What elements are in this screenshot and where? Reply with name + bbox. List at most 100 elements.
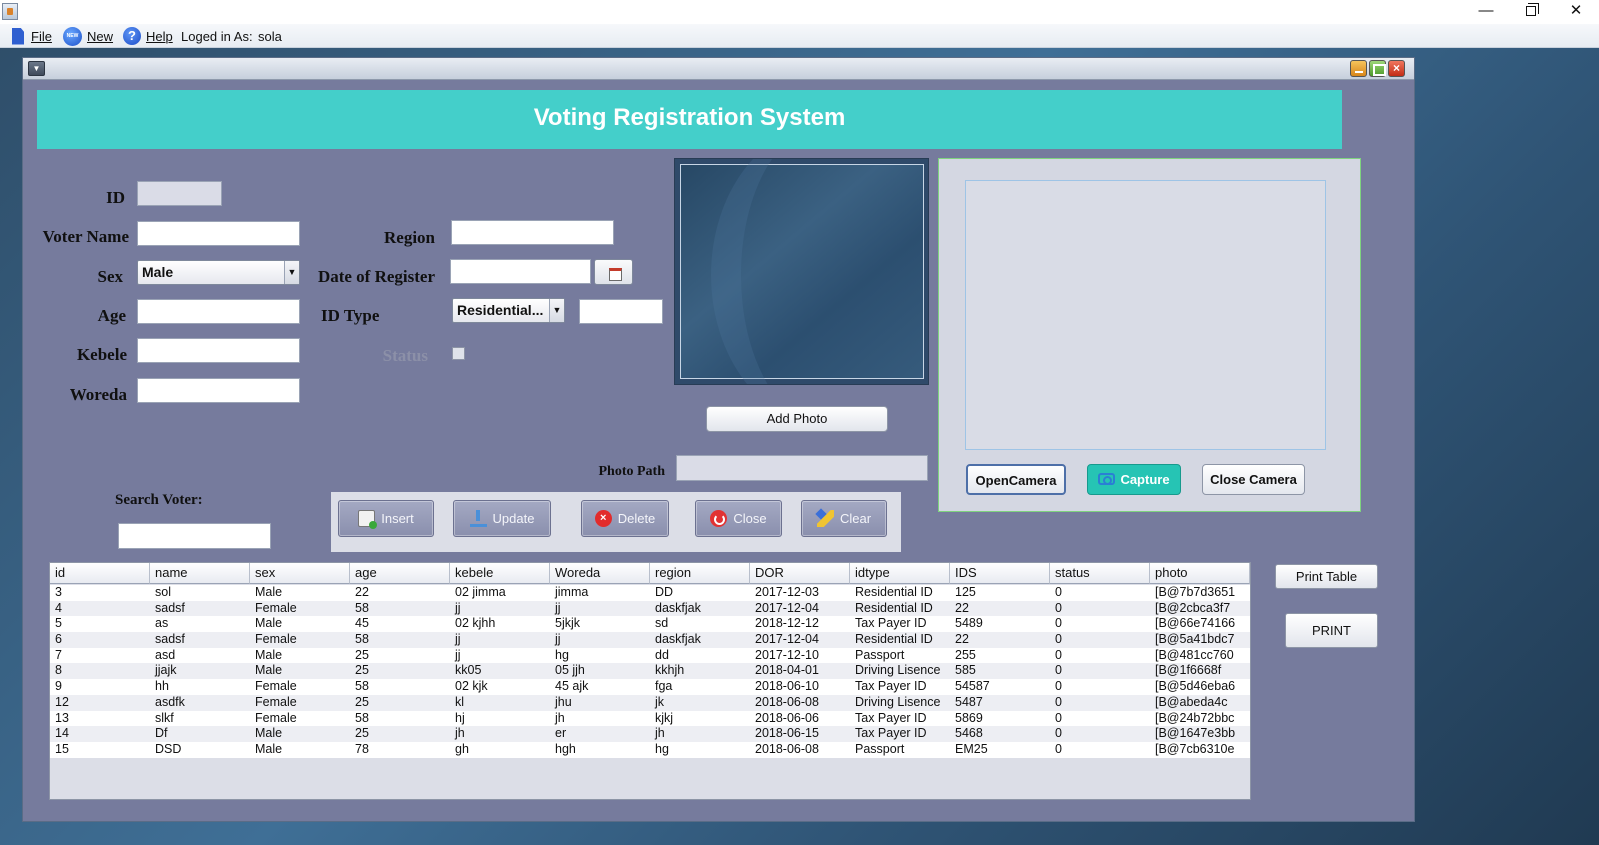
table-cell-id: 6 [55, 632, 62, 647]
column-header-region[interactable]: region [650, 563, 750, 584]
calendar-icon[interactable] [594, 259, 633, 285]
frame-maximize-icon[interactable] [1369, 60, 1386, 77]
table-cell-sex: Male [255, 663, 283, 678]
table-row[interactable]: 9 hh Female 58 02 kjk 45 ajk fga 2018-06-10 Tax … [50, 679, 1250, 695]
id-field[interactable] [137, 181, 222, 206]
internal-frame-title-bar[interactable]: ▼ × [23, 58, 1414, 80]
clear-button[interactable]: Clear [801, 500, 887, 537]
menu-file[interactable]: File [12, 27, 52, 45]
table-cell-kebele: kk05 [455, 663, 482, 678]
table-cell-region: daskfjak [655, 600, 701, 615]
table-cell-photo: [B@2cbca3f7 [1155, 600, 1231, 615]
column-header-ids[interactable]: IDS [950, 563, 1050, 584]
update-button[interactable]: Update [453, 500, 551, 537]
column-header-dor[interactable]: DOR [750, 563, 850, 584]
sex-select[interactable]: Male ▼ [137, 260, 300, 285]
column-header-woreda[interactable]: Woreda [550, 563, 650, 584]
table-cell-sex: Female [255, 694, 297, 709]
menu-new-label: New [87, 28, 114, 44]
action-button-bar: Insert Update × Delete Close Clear [331, 492, 901, 552]
table-cell-age: 58 [355, 600, 369, 615]
open-camera-button[interactable]: OpenCamera [966, 464, 1066, 495]
menu-new[interactable]: NEW New [63, 26, 114, 46]
table-row[interactable]: 14 Df Male 25 jh er jh 2018-06-15 Tax Payer ID 54… [50, 726, 1250, 742]
chevron-down-icon: ▼ [284, 261, 299, 284]
table-cell-age: 78 [355, 741, 369, 756]
column-header-age[interactable]: age [350, 563, 450, 584]
region-field[interactable] [451, 220, 614, 245]
photo-preview-panel [674, 158, 929, 385]
column-header-sex[interactable]: sex [250, 563, 350, 584]
photo-path-field[interactable] [676, 455, 928, 481]
restore-button[interactable] [1508, 0, 1554, 24]
id-number-field[interactable] [579, 299, 663, 324]
table-row[interactable]: 6 sadsf Female 58 jj jj daskfjak 2017-12-04 Resi… [50, 632, 1250, 648]
restore-icon [1526, 3, 1539, 16]
frame-close-icon[interactable]: × [1388, 60, 1405, 77]
table-cell-ids: 125 [955, 585, 976, 599]
table-cell-sex: Female [255, 679, 297, 694]
table-cell-region: daskfjak [655, 632, 701, 647]
table-cell-sex: Female [255, 600, 297, 615]
column-header-status[interactable]: status [1050, 563, 1150, 584]
table-cell-photo: [B@7b7d3651 [1155, 585, 1236, 599]
print-table-button[interactable]: Print Table [1275, 564, 1378, 589]
frame-system-menu-icon[interactable]: ▼ [28, 61, 45, 76]
insert-button[interactable]: Insert [338, 500, 434, 537]
table-cell-region: kkhjh [655, 663, 685, 678]
table-row[interactable]: 5 as Male 45 02 kjhh 5jkjk sd 2018-12-12 Tax Pay… [50, 616, 1250, 633]
table-cell-age: 25 [355, 647, 369, 662]
column-header-name[interactable]: name [150, 563, 250, 584]
table-cell-kebele: jj [455, 647, 461, 662]
date-of-register-field[interactable] [450, 259, 591, 284]
table-cell-dor: 2018-12-12 [755, 616, 819, 631]
frame-minimize-icon[interactable] [1350, 60, 1367, 77]
menu-help[interactable]: ? Help [123, 27, 173, 45]
column-header-photo[interactable]: photo [1150, 563, 1250, 584]
kebele-field[interactable] [137, 338, 300, 363]
id-type-select[interactable]: Residential... ▼ [452, 298, 565, 323]
table-row[interactable]: 7 asd Male 25 jj hg dd 2017-12-10 Passport 255 0 [B… [50, 647, 1250, 664]
column-header-id[interactable]: id [50, 563, 150, 584]
status-checkbox[interactable] [452, 347, 465, 360]
woreda-field[interactable] [137, 378, 300, 403]
table-cell-kebele: gh [455, 741, 469, 756]
table-cell-kebele: hj [455, 710, 465, 725]
add-photo-button[interactable]: Add Photo [706, 406, 888, 432]
table-cell-region: fga [655, 679, 673, 694]
table-row[interactable]: 8 jjajk Male 25 kk05 05 jjh kkhjh 2018-04-01 Dri… [50, 663, 1250, 680]
table-cell-woreda: 5jkjk [555, 616, 581, 631]
close-window-button[interactable]: ✕ [1553, 0, 1599, 24]
column-header-idtype[interactable]: idtype [850, 563, 950, 584]
table-cell-status: 0 [1055, 710, 1062, 725]
close-camera-button[interactable]: Close Camera [1202, 464, 1305, 495]
table-cell-woreda: jj [555, 600, 561, 615]
download-icon [469, 510, 487, 527]
voter-name-field[interactable] [137, 221, 300, 246]
delete-button[interactable]: × Delete [581, 500, 669, 537]
column-header-kebele[interactable]: kebele [450, 563, 550, 584]
minimize-button[interactable]: — [1463, 0, 1509, 24]
table-cell-status: 0 [1055, 741, 1062, 756]
search-input[interactable] [118, 523, 271, 549]
table-row[interactable]: 12 asdfk Female 25 kl jhu jk 2018-06-08 Driving … [50, 694, 1250, 711]
table-cell-id: 4 [55, 600, 62, 615]
table-row[interactable]: 3 sol Male 22 02 jimma jimma DD 2017-12-03 Resid… [50, 585, 1250, 601]
table-cell-status: 0 [1055, 585, 1062, 599]
table-row[interactable]: 13 slkf Female 58 hj jh kjkj 2018-06-06 Tax Paye… [50, 710, 1250, 727]
close-button[interactable]: Close [695, 500, 782, 537]
print-button[interactable]: PRINT [1285, 613, 1378, 648]
table-cell-dor: 2018-06-15 [755, 726, 819, 741]
table-cell-age: 25 [355, 726, 369, 741]
registration-internal-frame: ▼ × Voting Registration System ID Voter … [22, 57, 1415, 822]
table-cell-ids: 54587 [955, 679, 990, 694]
table-cell-name: sol [155, 585, 171, 599]
age-field[interactable] [137, 299, 300, 324]
table-cell-sex: Male [255, 616, 283, 631]
table-cell-photo: [B@7cb6310e [1155, 741, 1235, 756]
table-row[interactable]: 15 DSD Male 78 gh hgh hg 2018-06-08 Passport EM25… [50, 741, 1250, 758]
table-row[interactable]: 4 sadsf Female 58 jj jj daskfjak 2017-12-04 Resi… [50, 600, 1250, 617]
search-voter-label: Search Voter: [115, 492, 203, 508]
capture-button[interactable]: Capture [1087, 464, 1181, 495]
voter-table[interactable]: id name sex age kebele Woreda region DOR idtype I… [49, 562, 1251, 800]
